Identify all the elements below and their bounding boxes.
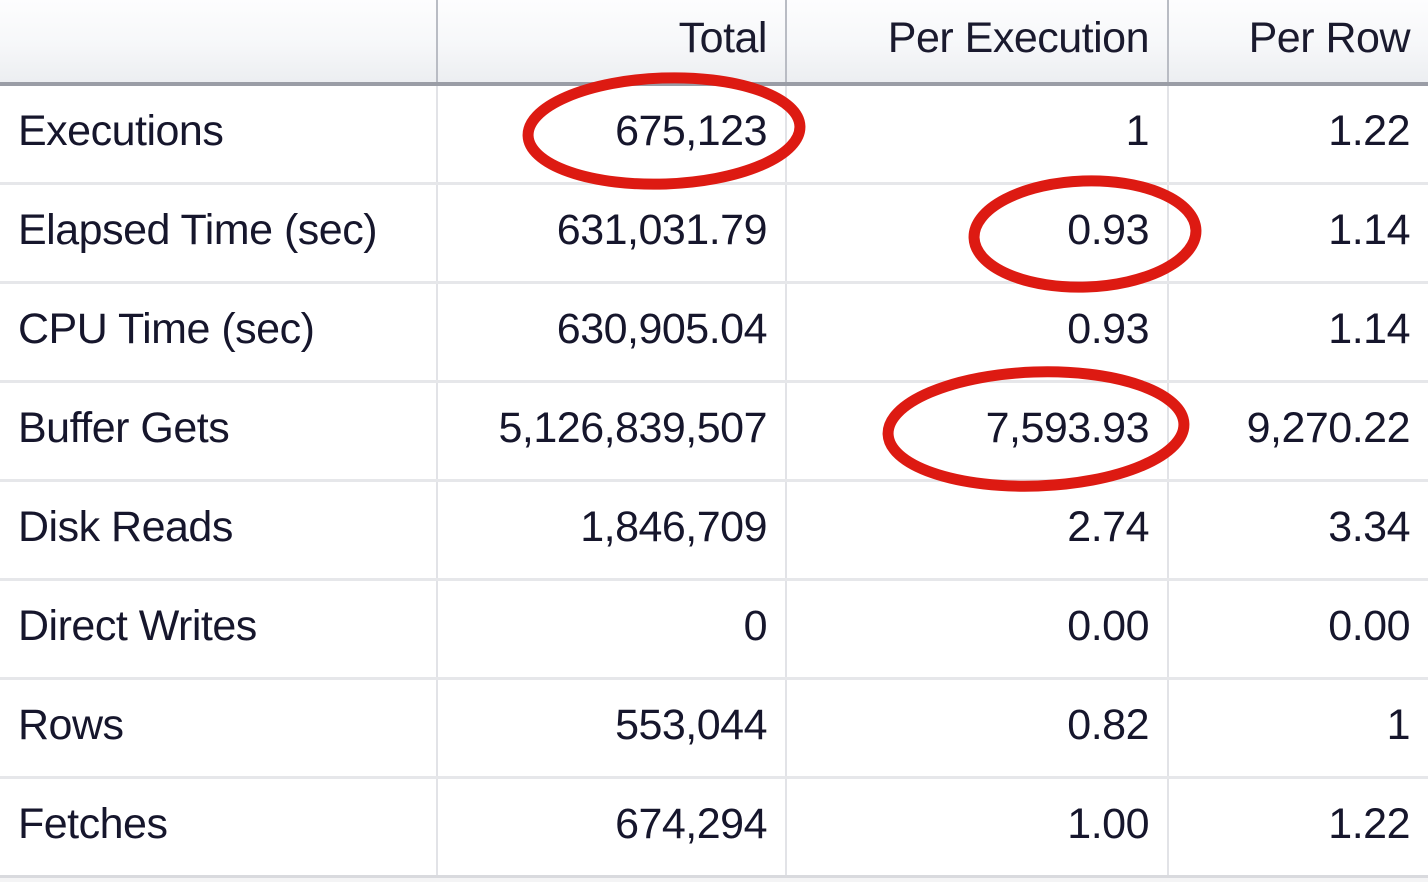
cell-total: 553,044: [437, 678, 787, 779]
cell-per-row: 1.22: [1168, 84, 1428, 185]
cell-per-row: 0.00: [1168, 579, 1428, 680]
column-header-per-execution[interactable]: Per Execution: [786, 0, 1169, 86]
cell-per-execution: 2.74: [786, 480, 1169, 581]
cell-total: 675,123: [437, 84, 787, 185]
table-row[interactable]: Elapsed Time (sec) 631,031.79 0.93 1.14: [0, 183, 1428, 284]
cell-per-row: 3.34: [1168, 480, 1428, 581]
table-row[interactable]: Executions 675,123 1 1.22: [0, 84, 1428, 185]
cell-per-row: 1.14: [1168, 183, 1428, 284]
cell-total: 1,846,709: [437, 480, 787, 581]
sql-statistics-table: Total Per Execution Per Row Executions 6…: [0, 0, 1428, 878]
table-row[interactable]: Direct Writes 0 0.00 0.00: [0, 579, 1428, 680]
table-body: Executions 675,123 1 1.22 Elapsed Time (…: [0, 84, 1428, 878]
table-row[interactable]: CPU Time (sec) 630,905.04 0.93 1.14: [0, 282, 1428, 383]
cell-total: 674,294: [437, 777, 787, 878]
table-row[interactable]: Fetches 674,294 1.00 1.22: [0, 777, 1428, 878]
cell-per-row: 1.22: [1168, 777, 1428, 878]
cell-per-execution: 0.93: [786, 282, 1169, 383]
column-header-total[interactable]: Total: [437, 0, 787, 86]
column-header-metric[interactable]: [0, 0, 438, 86]
cell-metric: Elapsed Time (sec): [0, 183, 438, 284]
table-header-row: Total Per Execution Per Row: [0, 0, 1428, 86]
cell-metric: Fetches: [0, 777, 438, 878]
table-header: Total Per Execution Per Row: [0, 0, 1428, 86]
cell-per-execution: 0.82: [786, 678, 1169, 779]
cell-metric: Executions: [0, 84, 438, 185]
cell-per-execution: 1: [786, 84, 1169, 185]
cell-metric: Buffer Gets: [0, 381, 438, 482]
screenshot-root: Total Per Execution Per Row Executions 6…: [0, 0, 1428, 882]
cell-total: 630,905.04: [437, 282, 787, 383]
cell-total: 5,126,839,507: [437, 381, 787, 482]
cell-total: 631,031.79: [437, 183, 787, 284]
cell-metric: CPU Time (sec): [0, 282, 438, 383]
cell-metric: Disk Reads: [0, 480, 438, 581]
cell-per-execution: 1.00: [786, 777, 1169, 878]
table-row[interactable]: Disk Reads 1,846,709 2.74 3.34: [0, 480, 1428, 581]
cell-per-row: 1.14: [1168, 282, 1428, 383]
cell-per-execution: 0.00: [786, 579, 1169, 680]
cell-per-row: 1: [1168, 678, 1428, 779]
cell-per-execution: 7,593.93: [786, 381, 1169, 482]
cell-metric: Rows: [0, 678, 438, 779]
table-row[interactable]: Rows 553,044 0.82 1: [0, 678, 1428, 779]
cell-per-execution: 0.93: [786, 183, 1169, 284]
cell-per-row: 9,270.22: [1168, 381, 1428, 482]
table-row[interactable]: Buffer Gets 5,126,839,507 7,593.93 9,270…: [0, 381, 1428, 482]
column-header-per-row[interactable]: Per Row: [1168, 0, 1428, 86]
cell-metric: Direct Writes: [0, 579, 438, 680]
cell-total: 0: [437, 579, 787, 680]
